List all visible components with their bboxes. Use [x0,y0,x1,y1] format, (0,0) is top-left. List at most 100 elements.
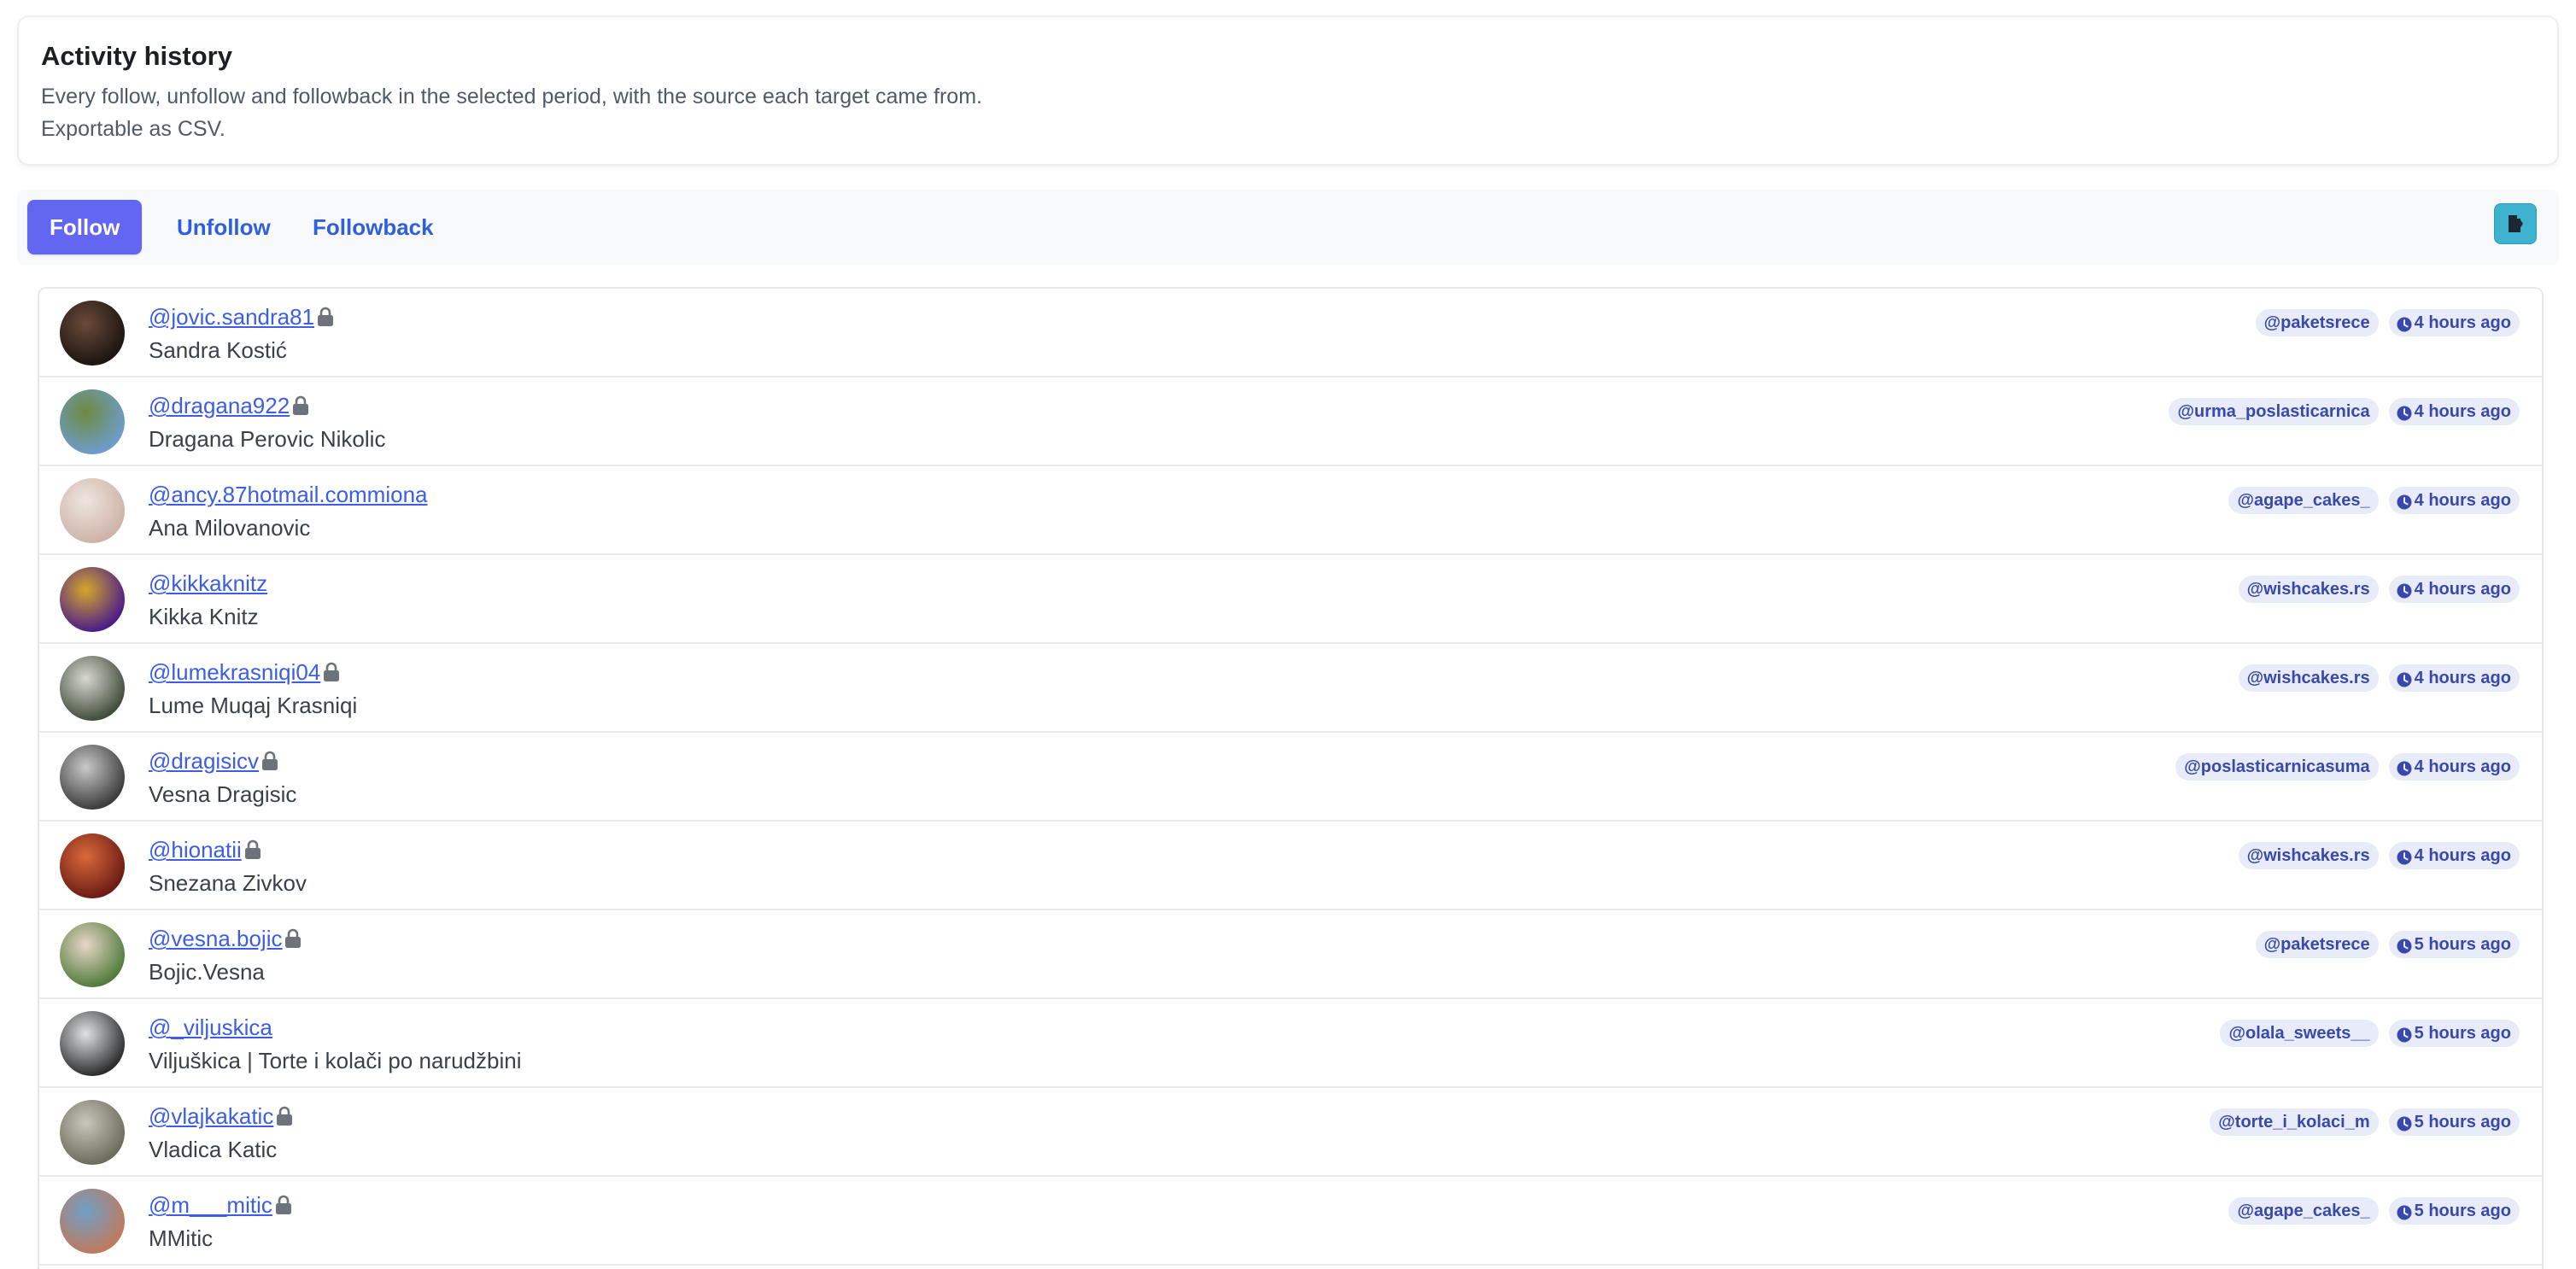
handle-wrapper: @_viljuskica [149,1013,272,1042]
clock-icon [2396,1202,2413,1220]
activity-row: @kikkaknitz Kikka Knitz @wishcakes.rs 4 hou… [39,555,2542,644]
profile-handle-link[interactable]: @kikkaknitz [149,569,267,598]
page-description: Every follow, unfollow and followback in… [41,85,982,141]
lock-icon [243,839,262,860]
row-badges: @torte_i_kolaci_m 5 hours ago [2210,1108,2520,1136]
handle-wrapper: @m___mitic [149,1190,293,1219]
source-badge: @olala_sweets__ [2220,1020,2379,1047]
profile-handle-link[interactable]: @m___mitic [149,1190,272,1219]
profile-handle-link[interactable]: @vesna.bojic [149,924,282,953]
row-badges: @agape_cakes_ 4 hours ago [2228,487,2520,514]
lock-icon [274,1195,293,1215]
clock-icon [2396,1114,2413,1132]
source-badge: @wishcakes.rs [2238,664,2379,692]
profile-full-name: Vesna Dragisic [149,781,297,807]
row-badges: @wishcakes.rs 4 hours ago [2238,576,2520,603]
time-text: 5 hours ago [2414,1113,2511,1132]
time-badge: 4 hours ago [2388,664,2520,692]
activity-row: @vesna.bojic Bojic.Vesna @paketsrece 5 hour… [39,910,2542,999]
profile-handle-link[interactable]: @vlajkakatic [149,1102,273,1131]
time-badge: 5 hours ago [2388,1197,2520,1225]
time-text: 4 hours ago [2414,846,2511,865]
profile-handle-link[interactable]: @_viljuskica [149,1013,272,1042]
avatar[interactable] [60,301,125,365]
time-badge: 4 hours ago [2388,398,2520,425]
source-badge: @torte_i_kolaci_m [2210,1108,2379,1136]
lock-icon [284,928,302,949]
row-badges: @wishcakes.rs 4 hours ago [2238,664,2520,692]
avatar[interactable] [60,1100,125,1165]
profile-handle-link[interactable]: @dragisicv [149,746,259,775]
row-badges: @paketsrece 5 hours ago [2255,931,2520,958]
row-badges: @paketsrece 4 hours ago [2255,309,2520,336]
time-badge: 5 hours ago [2388,1108,2520,1136]
activity-row: @hionatii Snezana Zivkov @wishcakes.rs 4 ho… [39,822,2542,910]
handle-wrapper: @jovic.sandra81 [149,302,335,331]
header-card: Activity history Every follow, unfollow … [17,15,2559,166]
row-badges: @urma_poslasticarnica 4 hours ago [2169,398,2520,425]
time-badge: 5 hours ago [2388,1020,2520,1047]
activity-row: @ancy.87hotmail.commiona Ana Milovanovic @… [39,466,2542,555]
profile-handle-link[interactable]: @lumekrasniqi04 [149,658,320,687]
lock-icon [291,395,310,416]
avatar[interactable] [60,745,125,810]
avatar[interactable] [60,1189,125,1254]
avatar[interactable] [60,1011,125,1076]
time-text: 4 hours ago [2414,757,2511,776]
source-badge: @paketsrece [2255,931,2379,958]
handle-wrapper: @dragisicv [149,746,279,775]
profile-handle-link[interactable]: @jovic.sandra81 [149,302,314,331]
profile-handle-link[interactable]: @ancy.87hotmail.commiona [149,480,428,509]
activity-row: @jovic.sandra81 Sandra Kostić @paketsrece 4… [39,289,2542,377]
time-text: 4 hours ago [2414,669,2511,687]
time-badge: 4 hours ago [2388,576,2520,603]
avatar[interactable] [60,656,125,721]
clock-icon [2396,1025,2413,1043]
time-text: 5 hours ago [2414,1024,2511,1043]
row-badges: @poslasticarnicasuma 4 hours ago [2175,753,2520,781]
time-text: 4 hours ago [2414,491,2511,510]
profile-full-name: Snezana Zivkov [149,870,307,896]
clock-icon [2396,847,2413,865]
time-text: 4 hours ago [2414,313,2511,332]
lock-icon [316,307,335,327]
activity-tabs: Follow Unfollow Followback [17,190,2559,265]
tab-followback[interactable]: Followback [290,200,456,254]
page-title: Activity history [41,41,232,71]
activity-row: @m___mitic MMitic @agape_cakes_ 5 hours ago [39,1177,2542,1266]
profile-full-name: Ana Milovanovic [149,515,311,541]
activity-row: @dragisicv Vesna Dragisic @poslasticarnica… [39,733,2542,822]
row-badges: @olala_sweets__ 5 hours ago [2220,1020,2520,1047]
export-csv-button[interactable] [2494,203,2537,244]
time-badge: 4 hours ago [2388,309,2520,336]
activity-history-page: Activity history Every follow, unfollow … [0,0,2576,1269]
source-badge: @wishcakes.rs [2238,576,2379,603]
avatar[interactable] [60,833,125,898]
tab-unfollow[interactable]: Unfollow [155,200,293,254]
time-text: 4 hours ago [2414,402,2511,421]
source-badge: @agape_cakes_ [2228,487,2379,514]
profile-full-name: MMitic [149,1225,214,1251]
clock-icon [2396,758,2413,776]
export-csv-icon [2509,215,2523,232]
avatar[interactable] [60,478,125,543]
row-badges: @agape_cakes_ 5 hours ago [2228,1197,2520,1225]
time-badge: 4 hours ago [2388,487,2520,514]
time-text: 5 hours ago [2414,1202,2511,1220]
lock-icon [275,1106,294,1126]
profile-handle-link[interactable]: @hionatii [149,835,242,864]
avatar[interactable] [60,389,125,454]
time-badge: 4 hours ago [2388,842,2520,869]
source-badge: @wishcakes.rs [2238,842,2379,869]
profile-full-name: Vladica Katic [149,1137,278,1162]
profile-full-name: Sandra Kostić [149,337,287,363]
source-badge: @paketsrece [2255,309,2379,336]
activity-row: @lumekrasniqi04 Lume Muqaj Krasniqi @wishc… [39,644,2542,733]
activity-row: @vlajkakatic Vladica Katic @torte_i_kolaci… [39,1088,2542,1177]
avatar[interactable] [60,567,125,632]
tab-follow[interactable]: Follow [27,200,143,254]
profile-handle-link[interactable]: @dragana922 [149,391,290,420]
avatar[interactable] [60,922,125,987]
time-text: 5 hours ago [2414,935,2511,954]
activity-row: @_viljuskica Viljuškica | Torte i kolači … [39,999,2542,1088]
